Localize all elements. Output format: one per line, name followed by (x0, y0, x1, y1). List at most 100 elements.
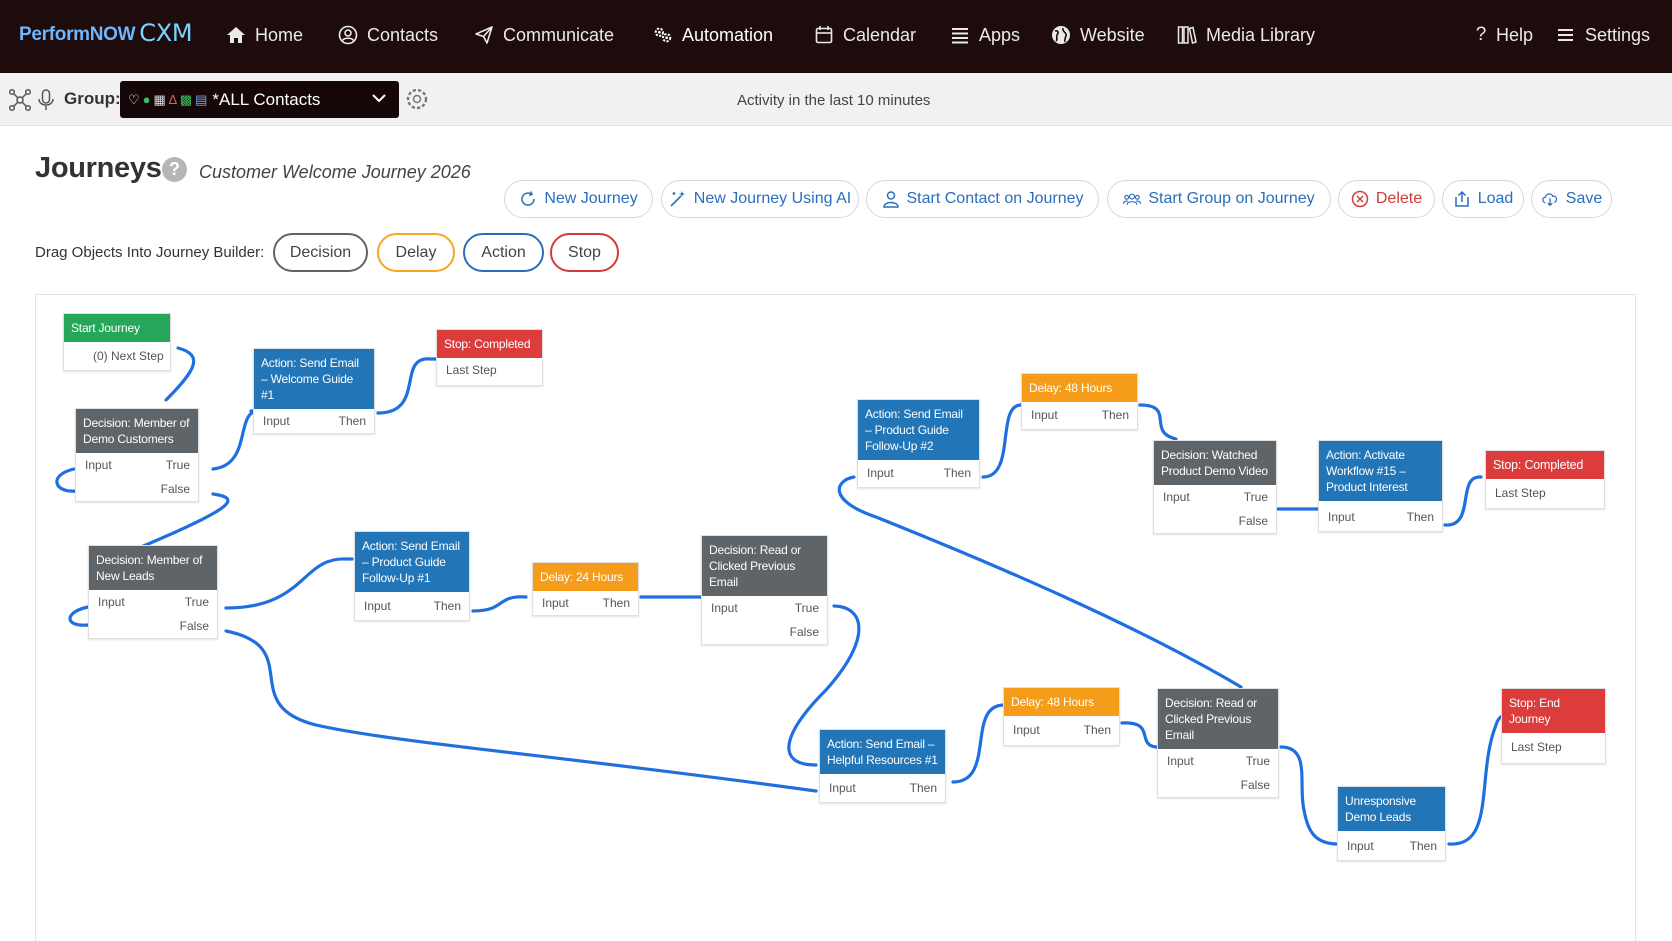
node-port-input[interactable]: Input (85, 458, 112, 472)
node-port-then[interactable]: Then (434, 599, 461, 613)
journey-canvas[interactable]: Start Journey (0) Next Step Decision: Me… (35, 294, 1636, 941)
node-title: Delay: 48 Hours (1004, 688, 1119, 716)
action-node[interactable]: Action: Send Email – Product Guide Follo… (354, 531, 470, 621)
question-icon: ? (1475, 24, 1487, 45)
start-contact-button[interactable]: Start Contact on Journey (866, 180, 1099, 218)
node-title: Stop: Completed (1486, 451, 1604, 479)
node-port-false[interactable]: False (1241, 778, 1270, 792)
node-port-next-step[interactable]: (0) Next Step (93, 349, 164, 363)
node-port-input[interactable]: Input (263, 414, 290, 428)
node-port-then[interactable]: Then (1407, 510, 1434, 524)
user-circle-icon (338, 25, 358, 45)
load-button[interactable]: Load (1442, 180, 1524, 218)
node-port-then[interactable]: Then (1084, 723, 1111, 737)
node-port-input[interactable]: Input (711, 601, 738, 615)
node-port-input[interactable]: Input (1163, 490, 1190, 504)
nav-settings[interactable]: Settings (1556, 22, 1650, 48)
node-port-last-step[interactable]: Last Step (1511, 740, 1562, 754)
node-title: Decision: Watched Product Demo Video (1154, 441, 1276, 485)
page-title: Journeys (35, 152, 162, 184)
node-port-then[interactable]: Then (1102, 408, 1129, 422)
delay-node[interactable]: Delay: 48 Hours Input Then (1003, 687, 1120, 746)
start-node[interactable]: Start Journey (0) Next Step (63, 313, 171, 371)
node-title: Start Journey (64, 314, 170, 342)
stop-node[interactable]: Stop: Completed Last Step (1485, 450, 1605, 509)
node-port-input[interactable]: Input (1347, 839, 1374, 853)
org-chart-icon: ∆ (168, 92, 177, 107)
action-node[interactable]: Unresponsive Demo Leads Input Then (1337, 786, 1446, 861)
node-port-then[interactable]: Then (1410, 839, 1437, 853)
stop-pill[interactable]: Stop (550, 233, 619, 272)
delay-node[interactable]: Delay: 48 Hours Input Then (1021, 373, 1138, 430)
node-port-false[interactable]: False (790, 625, 819, 639)
action-node[interactable]: Action: Send Email – Product Guide Follo… (857, 399, 980, 488)
network-icon[interactable] (8, 88, 32, 112)
nav-apps[interactable]: Apps (950, 22, 1020, 48)
nav-media-library[interactable]: Media Library (1177, 22, 1315, 48)
node-port-false[interactable]: False (161, 482, 190, 496)
node-port-true[interactable]: True (185, 595, 209, 609)
node-port-input[interactable]: Input (542, 596, 569, 610)
paper-plane-icon (474, 25, 494, 45)
top-nav: PerformNOW CXM Home Contacts Communicate … (0, 0, 1672, 73)
nav-calendar-label: Calendar (843, 24, 917, 45)
start-group-button[interactable]: Start Group on Journey (1107, 180, 1331, 218)
node-port-input[interactable]: Input (1328, 510, 1355, 524)
start-group-label: Start Group on Journey (1148, 190, 1315, 207)
node-port-input[interactable]: Input (1031, 408, 1058, 422)
decision-node[interactable]: Decision: Member of New Leads Input True … (88, 545, 218, 639)
node-port-input[interactable]: Input (1167, 754, 1194, 768)
nav-settings-label: Settings (1585, 24, 1651, 45)
refresh-icon (519, 190, 537, 208)
node-port-input[interactable]: Input (364, 599, 391, 613)
stop-node[interactable]: Stop: End Journey Last Step (1501, 688, 1606, 764)
node-port-then[interactable]: Then (603, 596, 630, 610)
action-node[interactable]: Action: Activate Workflow #15 – Product … (1318, 440, 1443, 532)
node-port-input[interactable]: Input (1013, 723, 1040, 737)
node-port-true[interactable]: True (1244, 490, 1268, 504)
nav-calendar[interactable]: Calendar (814, 22, 916, 48)
node-port-then[interactable]: Then (944, 466, 971, 480)
action-node[interactable]: Action: Send Email – Helpful Resources #… (819, 729, 946, 803)
new-journey-button[interactable]: New Journey (504, 180, 653, 218)
node-port-false[interactable]: False (180, 619, 209, 633)
node-port-then[interactable]: Then (910, 781, 937, 795)
decision-node[interactable]: Decision: Read or Clicked Previous Email… (1157, 688, 1279, 798)
node-port-last-step[interactable]: Last Step (446, 363, 497, 377)
connector (68, 605, 90, 627)
node-port-input[interactable]: Input (98, 595, 125, 609)
node-port-input[interactable]: Input (829, 781, 856, 795)
group-select[interactable]: ♡ ● ▦ ∆ ▩ ▤ *ALL Contacts (120, 81, 399, 118)
decision-pill[interactable]: Decision (273, 233, 368, 272)
stop-node[interactable]: Stop: Completed Last Step (436, 329, 543, 386)
nav-communicate[interactable]: Communicate (474, 22, 614, 48)
node-port-true[interactable]: True (795, 601, 819, 615)
connector (1447, 713, 1508, 846)
nav-website[interactable]: Website (1051, 22, 1145, 48)
node-port-false[interactable]: False (1239, 514, 1268, 528)
brand-logo[interactable]: PerformNOW CXM (19, 18, 193, 47)
decision-node[interactable]: Decision: Member of Demo Customers Input… (75, 408, 199, 502)
delay-pill[interactable]: Delay (377, 233, 455, 272)
delete-button[interactable]: Delete (1338, 180, 1435, 218)
nav-automation[interactable]: Automation (653, 22, 773, 48)
help-icon[interactable]: ? (162, 157, 187, 182)
node-port-last-step[interactable]: Last Step (1495, 486, 1546, 500)
microphone-icon[interactable] (34, 88, 58, 112)
nav-help[interactable]: ? Help (1475, 22, 1533, 48)
nav-contacts[interactable]: Contacts (338, 22, 438, 48)
action-pill[interactable]: Action (463, 233, 544, 272)
decision-node[interactable]: Decision: Read or Clicked Previous Email… (701, 535, 828, 645)
nav-home[interactable]: Home (226, 22, 303, 48)
node-port-input[interactable]: Input (867, 466, 894, 480)
home-icon (226, 25, 246, 45)
save-button[interactable]: Save (1531, 180, 1612, 218)
new-journey-ai-button[interactable]: New Journey Using AI (661, 180, 859, 218)
decision-node[interactable]: Decision: Watched Product Demo Video Inp… (1153, 440, 1277, 534)
delay-node[interactable]: Delay: 24 Hours Input Then (532, 562, 639, 616)
action-node[interactable]: Action: Send Email – Welcome Guide #1 In… (253, 348, 375, 434)
node-port-true[interactable]: True (166, 458, 190, 472)
node-port-then[interactable]: Then (339, 414, 366, 428)
gear-icon[interactable] (404, 86, 430, 112)
node-port-true[interactable]: True (1246, 754, 1270, 768)
